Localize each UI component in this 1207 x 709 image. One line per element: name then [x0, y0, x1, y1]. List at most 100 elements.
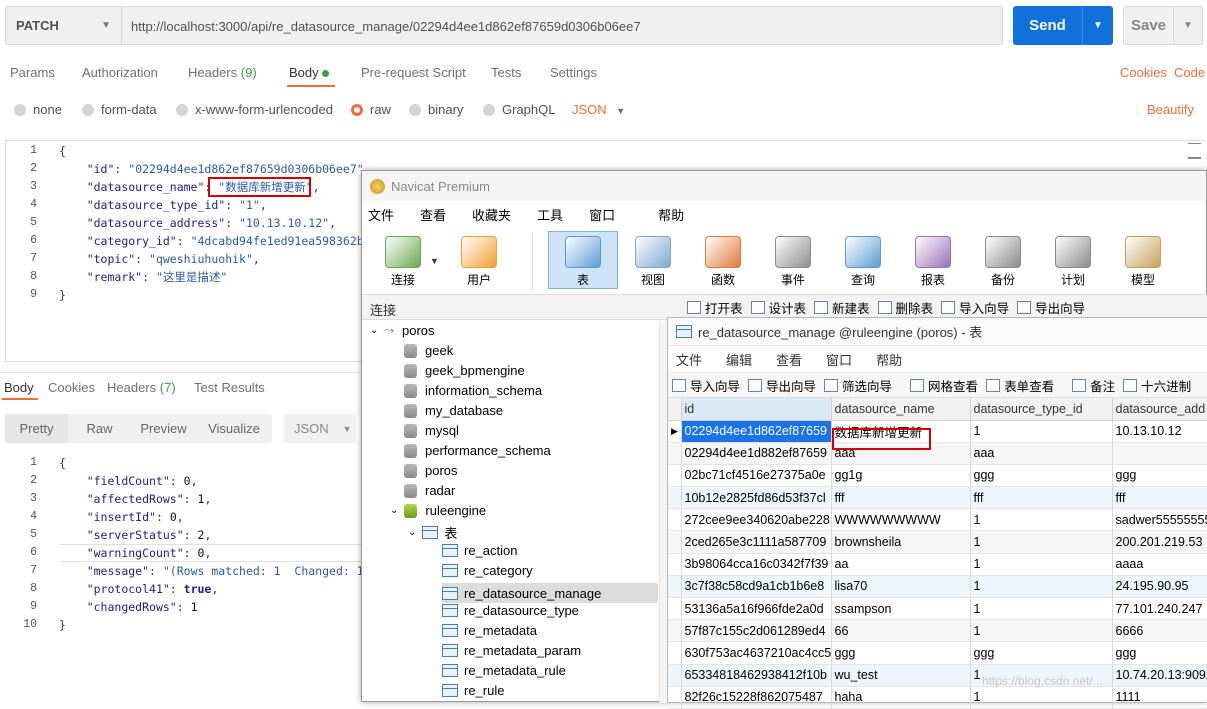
object-toolbar-button[interactable]: 打开表 — [687, 298, 743, 317]
save-button[interactable]: Save ▼ — [1123, 6, 1203, 45]
tree-table-item[interactable]: re_category — [442, 563, 533, 578]
code-link[interactable]: Code — [1174, 65, 1205, 80]
table-row[interactable]: 65334818462938412f10b wu_test 1 10.74.20.13… — [668, 664, 1207, 687]
table-row[interactable]: ▶ 02294d4ee1d862ef87659 数据库新增更新 1 10.13.10.1… — [668, 420, 1207, 443]
object-toolbar-button[interactable]: 设计表 — [750, 298, 806, 317]
table-cell[interactable]: ggg — [1112, 464, 1207, 488]
view-visualize-button[interactable]: Visualize — [196, 414, 272, 443]
radio-graphql[interactable]: GraphQL — [483, 102, 555, 117]
tree-tables-folder[interactable]: ⌄ 表 — [408, 523, 457, 542]
tree-db-item[interactable]: ⌄ ruleengine — [390, 503, 486, 518]
object-toolbar-button[interactable]: 导入向导 — [941, 298, 1009, 317]
object-toolbar-button[interactable]: 新建表 — [814, 298, 870, 317]
table-toolbar-button[interactable]: 导出向导 — [748, 376, 816, 395]
table-cell[interactable]: 3c7f38c58cd9a1cb1b6e8 — [681, 575, 832, 599]
table-toolbar-button[interactable]: 导入向导 — [672, 376, 740, 395]
table-cell[interactable]: 10b12e2825fd86d53f37cl — [681, 486, 832, 510]
table-cell[interactable]: ggg — [1112, 641, 1207, 665]
resp-tab-headers[interactable]: Headers (7) — [107, 380, 176, 395]
tree-table-item[interactable]: re_rule — [442, 683, 504, 698]
table-cell[interactable]: ggg — [970, 464, 1113, 488]
tree-db-item[interactable]: my_database — [404, 403, 503, 418]
table-cell[interactable]: 65334818462938412f10b — [681, 664, 832, 687]
table-cell[interactable]: aaaa — [1112, 553, 1207, 576]
table-cell[interactable]: 02294d4ee1d862ef87659 — [681, 420, 832, 443]
table-row[interactable]: 53136a5a16f966fde2a0d ssampson 1 77.101.240… — [668, 597, 1207, 621]
table-row[interactable]: 82f26c15228f862075487 haha 1 1111 — [668, 686, 1207, 709]
menu-favorites[interactable]: 收藏夹 — [459, 205, 524, 224]
editor-scrollbar[interactable] — [1188, 143, 1201, 163]
table-row[interactable]: 272cee9ee340620abe228 WWWWWWWWW 1 sadwer555… — [668, 508, 1207, 532]
table-toolbar-button[interactable]: 网格查看 — [910, 376, 978, 395]
table-cell[interactable]: ggg — [831, 641, 971, 665]
table-cell[interactable]: 10.74.20.13:9092 — [1112, 664, 1207, 687]
table-toolbar-button[interactable]: 表单查看 — [986, 376, 1054, 395]
table-cell[interactable]: 1 — [970, 530, 1113, 554]
table-cell[interactable]: sadwer55555555 — [1112, 508, 1207, 532]
menu-file[interactable]: 文件 — [362, 205, 407, 224]
table-cell[interactable]: fff — [1112, 486, 1207, 510]
cookies-link[interactable]: Cookies — [1120, 65, 1167, 80]
tree-db-item[interactable]: poros — [404, 463, 458, 478]
column-header[interactable]: datasource_name — [831, 398, 971, 421]
tree-db-item[interactable]: information_schema — [404, 383, 542, 398]
body-format-select[interactable]: JSON ▼ — [572, 102, 625, 117]
send-dropdown-icon[interactable]: ▼ — [1083, 6, 1113, 45]
toolbar-table-button[interactable]: 表 — [548, 231, 618, 289]
tree-scrollbar[interactable] — [659, 321, 667, 703]
object-toolbar-button[interactable]: 删除表 — [877, 298, 933, 317]
tree-db-item[interactable]: geek_bpmengine — [404, 363, 525, 378]
table-cell[interactable]: 1 — [970, 553, 1113, 576]
resp-tab-body[interactable]: Body — [4, 380, 34, 395]
object-toolbar-button[interactable]: 导出向导 — [1017, 298, 1085, 317]
tab-headers[interactable]: Headers (9) — [188, 65, 257, 80]
table-cell[interactable]: fff — [831, 486, 971, 510]
table-cell[interactable]: wu_test — [831, 664, 971, 687]
radio-form-data[interactable]: form-data — [82, 102, 157, 117]
toolbar-function-button[interactable]: 函数 — [688, 232, 758, 290]
table-cell[interactable]: 24.195.90.95 — [1112, 575, 1207, 599]
column-header[interactable]: datasource_add — [1112, 398, 1207, 421]
tab-tests[interactable]: Tests — [491, 65, 521, 80]
table-cell[interactable]: 10.13.10.12 — [1112, 420, 1207, 443]
table-row[interactable]: 3c7f38c58cd9a1cb1b6e8 lisa70 1 24.195.90.95 — [668, 575, 1207, 599]
table-cell[interactable]: 1 — [970, 686, 1113, 709]
toolbar-user-button[interactable]: 用户 — [444, 232, 514, 290]
table-menu-item[interactable]: 窗口 — [814, 350, 864, 369]
tab-settings[interactable]: Settings — [550, 65, 597, 80]
toolbar-view-button[interactable]: 视图 — [618, 232, 688, 290]
table-cell[interactable]: 1 — [970, 619, 1113, 643]
request-body-code[interactable]: { "id": "02294d4ee1d862ef87659d0306b06ee… — [59, 142, 378, 304]
table-cell[interactable]: 53136a5a16f966fde2a0d — [681, 597, 832, 621]
tree-table-item[interactable]: re_metadata_param — [442, 643, 581, 658]
tree-table-item[interactable]: re_datasource_type — [442, 603, 579, 618]
tab-authorization[interactable]: Authorization — [82, 65, 158, 80]
tree-root-poros[interactable]: ⌄ ⤳ poros — [370, 323, 435, 338]
table-cell[interactable]: 82f26c15228f862075487 — [681, 686, 832, 709]
table-cell[interactable]: 6666 — [1112, 619, 1207, 643]
table-cell[interactable]: fff — [970, 486, 1113, 510]
url-input[interactable]: http://localhost:3000/api/re_datasource_… — [121, 6, 1003, 45]
tree-db-item[interactable]: geek — [404, 343, 453, 358]
table-cell[interactable]: 57f87c155c2d061289ed4 — [681, 619, 832, 643]
tree-table-item[interactable]: re_action — [442, 543, 517, 558]
view-raw-button[interactable]: Raw — [68, 414, 131, 443]
table-menu-item[interactable]: 文件 — [668, 350, 714, 369]
radio-raw[interactable]: raw — [351, 102, 391, 117]
method-select[interactable]: PATCH ▼ — [5, 6, 122, 45]
table-row[interactable]: 3b98064cca16c0342f7f39 aa 1 aaaa — [668, 553, 1207, 576]
table-cell[interactable] — [1112, 442, 1207, 465]
table-cell[interactable]: ggg — [970, 641, 1113, 665]
tree-db-item[interactable]: performance_schema — [404, 443, 551, 458]
tree-table-item[interactable]: re_datasource_manage — [442, 583, 658, 603]
table-row[interactable]: 10b12e2825fd86d53f37cl fff fff fff — [668, 486, 1207, 510]
table-row[interactable]: 57f87c155c2d061289ed4 66 1 6666 — [668, 619, 1207, 643]
table-toolbar-button[interactable]: 十六进制 — [1123, 376, 1191, 395]
table-menu-item[interactable]: 编辑 — [714, 350, 764, 369]
table-cell[interactable]: aa — [831, 553, 971, 576]
toolbar-event-button[interactable]: 事件 — [758, 232, 828, 290]
toolbar-model-button[interactable]: 模型 — [1108, 232, 1178, 290]
toolbar-backup-button[interactable]: 备份 — [968, 232, 1038, 290]
table-cell[interactable]: 630f753ac4637210ac4cc5 — [681, 641, 832, 665]
resp-tab-cookies[interactable]: Cookies — [48, 380, 95, 395]
